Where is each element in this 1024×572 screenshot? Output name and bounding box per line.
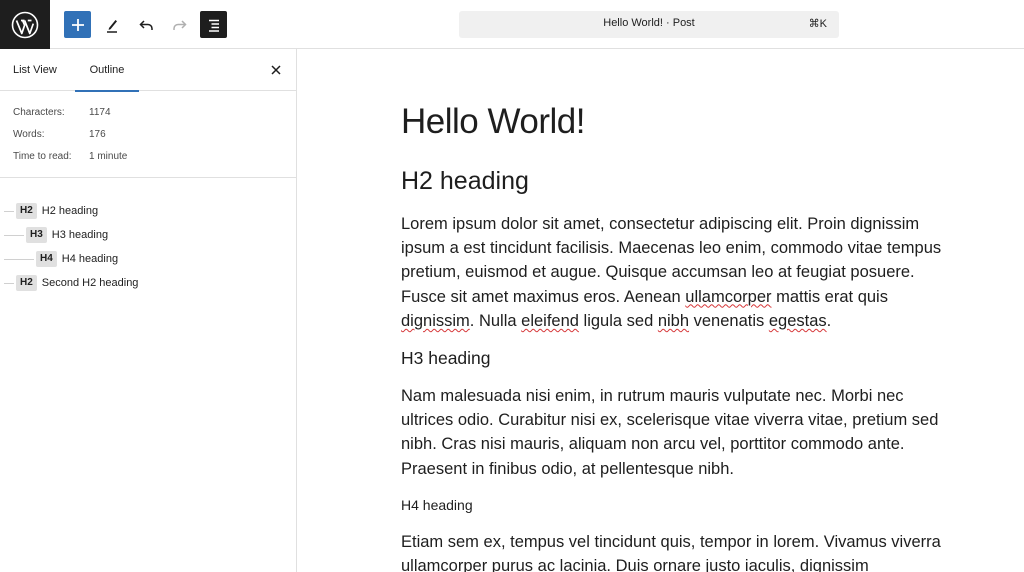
heading-level-badge: H2 — [16, 275, 37, 291]
paragraph-text: . Nulla — [469, 311, 522, 330]
paragraph-text: purus ac lacinia. Duis ornare justo iacu… — [487, 557, 869, 572]
outline-item-label: H4 heading — [61, 253, 119, 265]
outline-item[interactable]: H2 H2 heading — [16, 203, 98, 219]
outline-connector — [4, 211, 14, 212]
stat-label: Time to read: — [13, 151, 72, 162]
stat-label: Characters: — [13, 107, 65, 118]
redo-icon — [172, 19, 187, 30]
heading-level-badge: H3 — [26, 227, 47, 243]
misspelled-word: ullamcorper — [685, 287, 772, 306]
paragraph-text: venenatis — [689, 311, 769, 330]
outline-item-label: Second H2 heading — [41, 277, 139, 289]
add-block-button[interactable] — [64, 11, 91, 38]
pencil-icon — [106, 19, 117, 33]
editor-header: Hello World! · Post ⌘K — [0, 0, 1024, 49]
misspelled-word: egestas — [768, 311, 827, 330]
paragraph-text: Etiam sem ex, tempus vel tincidunt quis,… — [401, 533, 941, 551]
document-stats: Characters: 1174 Words: 176 Time to read… — [0, 91, 296, 178]
misspelled-word: eleifend — [521, 311, 579, 330]
plus-icon — [71, 18, 84, 31]
tab-list-view[interactable]: List View — [13, 49, 57, 91]
paragraph-text: ligula sed — [578, 311, 658, 330]
tab-outline[interactable]: Outline — [75, 49, 139, 92]
misspelled-word: ullamcorper — [401, 557, 488, 572]
outline-connector — [4, 235, 24, 236]
editor-canvas[interactable]: Hello World! H2 heading Lorem ipsum dolo… — [298, 49, 1024, 572]
misspelled-word: nibh — [657, 311, 690, 330]
heading-h4-block[interactable]: H4 heading — [401, 497, 473, 513]
post-title[interactable]: Hello World! — [401, 102, 585, 142]
undo-button[interactable] — [132, 11, 159, 38]
sidebar-tabs: List View Outline — [0, 49, 296, 92]
close-icon — [271, 65, 281, 75]
outline-item-label: H2 heading — [41, 205, 99, 217]
misspelled-word: dignissim — [401, 311, 470, 330]
document-overview-sidebar: List View Outline Characters: 1174 Words… — [0, 49, 297, 572]
paragraph-block[interactable]: Nam malesuada nisi enim, in rutrum mauri… — [401, 384, 946, 481]
outline-item-label: H3 heading — [51, 229, 109, 241]
outline-connector — [4, 283, 14, 284]
undo-icon — [138, 19, 153, 30]
stat-value: 1 minute — [89, 151, 128, 162]
command-palette-bar[interactable]: Hello World! · Post ⌘K — [459, 11, 839, 38]
outline-item[interactable]: H3 H3 heading — [26, 227, 108, 243]
paragraph-text: mattis erat quis — [771, 287, 888, 306]
stat-value: 1174 — [89, 107, 111, 118]
heading-h2-block[interactable]: H2 heading — [401, 167, 529, 196]
heading-h3-block[interactable]: H3 heading — [401, 348, 491, 369]
document-overview-icon — [208, 19, 219, 32]
outline-item[interactable]: H4 H4 heading — [36, 251, 118, 267]
tools-button[interactable] — [98, 11, 125, 38]
document-title: Hello World! · Post — [603, 17, 695, 29]
wordpress-icon — [11, 11, 39, 38]
heading-level-badge: H4 — [36, 251, 57, 267]
heading-level-badge: H2 — [16, 203, 37, 219]
outline-connector — [4, 259, 34, 260]
stat-label: Words: — [13, 129, 45, 140]
stat-value: 176 — [89, 129, 106, 140]
close-sidebar-button[interactable] — [266, 60, 286, 80]
command-shortcut: ⌘K — [808, 18, 827, 30]
outline-item[interactable]: H2 Second H2 heading — [16, 275, 138, 291]
redo-button[interactable] — [166, 11, 193, 38]
paragraph-text: . — [826, 311, 832, 330]
wordpress-logo-button[interactable] — [0, 0, 50, 49]
document-overview-button[interactable] — [200, 11, 227, 38]
paragraph-block[interactable]: Etiam sem ex, tempus vel tincidunt quis,… — [401, 530, 946, 572]
paragraph-block[interactable]: Lorem ipsum dolor sit amet, consectetur … — [401, 212, 946, 333]
